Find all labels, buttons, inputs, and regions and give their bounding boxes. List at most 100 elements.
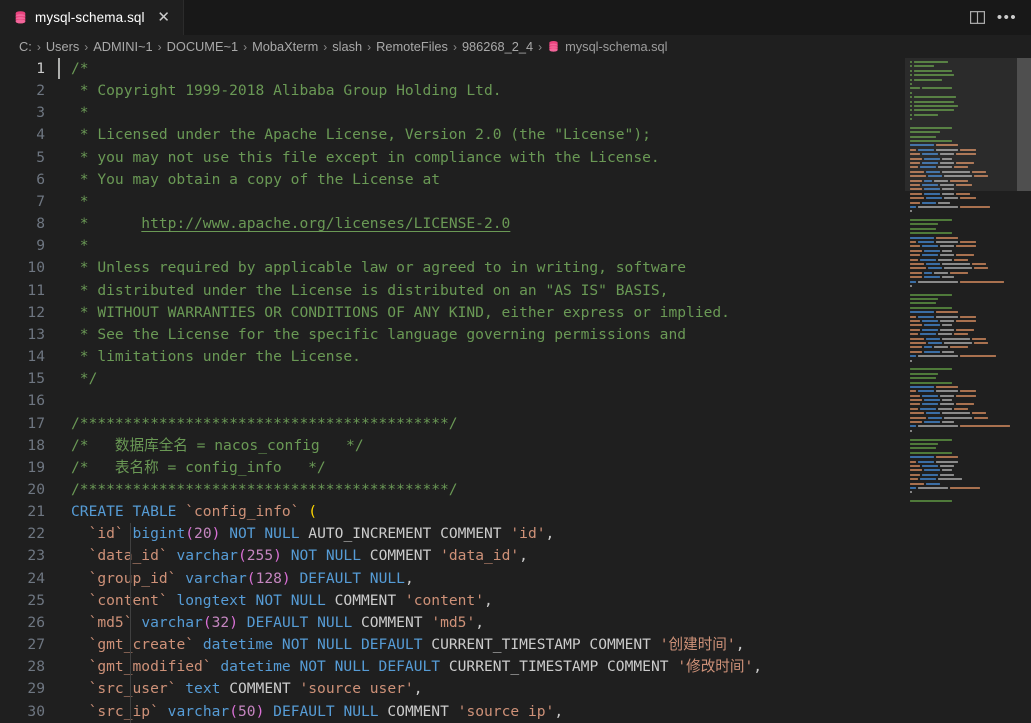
minimap-line — [910, 407, 1017, 411]
code-line[interactable]: 19 /* 表名称 = config_info */ — [0, 457, 1031, 479]
code-token: , — [484, 591, 493, 609]
line-content[interactable]: `src_ip` varchar(50) DEFAULT NULL COMMEN… — [58, 700, 1031, 723]
code-line[interactable]: 15 */ — [0, 368, 1031, 390]
line-content[interactable]: /* 数据库全名 = nacos_config */ — [58, 435, 1031, 457]
code-line[interactable]: 10 * Unless required by applicable law o… — [0, 257, 1031, 279]
code-line[interactable]: 18 /* 数据库全名 = nacos_config */ — [0, 435, 1031, 457]
code-lines[interactable]: 1 /* 2 * Copyright 1999-2018 Alibaba Group… — [0, 58, 1031, 723]
line-content[interactable]: */ — [58, 368, 1031, 390]
code-line[interactable]: 14 * limitations under the License. — [0, 346, 1031, 368]
code-line[interactable]: 2 * Copyright 1999-2018 Alibaba Group Ho… — [0, 80, 1031, 102]
code-token: CURRENT_TIMESTAMP COMMENT — [440, 658, 678, 676]
line-content[interactable]: * — [58, 191, 1031, 213]
line-content[interactable]: * distributed under the License is distr… — [58, 280, 1031, 302]
breadcrumb-item[interactable]: C: — [19, 39, 32, 54]
minimap-segment — [972, 262, 986, 265]
code-line[interactable]: 5 * you may not use this file except in … — [0, 147, 1031, 169]
code-line[interactable]: 24 `group_id` varchar(128) DEFAULT NULL, — [0, 567, 1031, 590]
code-line[interactable]: 1 /* — [0, 58, 1031, 80]
line-content[interactable]: /* 表名称 = config_info */ — [58, 457, 1031, 479]
code-line[interactable]: 17 /*************************************… — [0, 413, 1031, 435]
line-content[interactable]: * Copyright 1999-2018 Alibaba Group Hold… — [58, 80, 1031, 102]
line-content[interactable]: * Unless required by applicable law or a… — [58, 257, 1031, 279]
code-token: NOT NULL DEFAULT — [299, 658, 441, 676]
code-line[interactable]: 4 * Licensed under the Apache License, V… — [0, 124, 1031, 146]
line-content[interactable]: /***************************************… — [58, 479, 1031, 501]
code-line[interactable]: 7 * — [0, 191, 1031, 213]
minimap-segment — [910, 442, 938, 445]
code-line[interactable]: 9 * — [0, 235, 1031, 257]
code-line[interactable]: 13 * See the License for the specific la… — [0, 324, 1031, 346]
line-content[interactable]: * — [58, 235, 1031, 257]
split-editor-icon[interactable] — [964, 5, 990, 31]
line-content[interactable]: * WITHOUT WARRANTIES OR CONDITIONS OF AN… — [58, 302, 1031, 324]
vertical-scrollbar[interactable] — [1017, 58, 1031, 723]
code-line[interactable]: 6 * You may obtain a copy of the License… — [0, 169, 1031, 191]
minimap-slider[interactable] — [905, 58, 1017, 191]
minimap[interactable] — [905, 58, 1017, 723]
breadcrumb-item[interactable]: slash — [332, 39, 362, 54]
code-line[interactable]: 30 `src_ip` varchar(50) DEFAULT NULL COM… — [0, 700, 1031, 723]
code-token: * You may obtain a copy of the License a… — [71, 170, 441, 188]
breadcrumb-item[interactable]: ADMINI~1 — [93, 39, 152, 54]
breadcrumb-item[interactable]: 986268_2_4 — [462, 39, 533, 54]
code-token[interactable]: http://www.apache.org/licenses/LICENSE-2… — [141, 215, 510, 232]
tab-mysql-schema-sql[interactable]: mysql-schema.sql ✕ — [0, 0, 184, 35]
line-content[interactable]: * you may not use this file except in co… — [58, 147, 1031, 169]
code-line[interactable]: 12 * WITHOUT WARRANTIES OR CONDITIONS OF… — [0, 302, 1031, 324]
minimap-line — [910, 293, 1017, 297]
code-line[interactable]: 29 `src_user` text COMMENT 'source user'… — [0, 678, 1031, 701]
line-content[interactable]: `content` longtext NOT NULL COMMENT 'con… — [58, 589, 1031, 612]
code-token: ( — [246, 569, 256, 587]
code-line[interactable]: 8 * http://www.apache.org/licenses/LICEN… — [0, 213, 1031, 235]
line-content[interactable]: /***************************************… — [58, 413, 1031, 435]
code-token: COMMENT — [352, 613, 432, 631]
close-icon[interactable]: ✕ — [156, 10, 172, 25]
minimap-segment — [910, 350, 922, 353]
code-editor[interactable]: 1 /* 2 * Copyright 1999-2018 Alibaba Group… — [0, 58, 1031, 723]
line-content[interactable]: `group_id` varchar(128) DEFAULT NULL, — [58, 567, 1031, 590]
line-content[interactable]: * limitations under the License. — [58, 346, 1031, 368]
code-line[interactable]: 16 — [0, 390, 1031, 412]
code-line[interactable]: 25 `content` longtext NOT NULL COMMENT '… — [0, 589, 1031, 612]
breadcrumb-item[interactable]: RemoteFiles — [376, 39, 448, 54]
minimap-segment — [920, 258, 936, 261]
minimap-segment — [924, 346, 932, 349]
line-number: 18 — [27, 436, 45, 454]
minimap-segment — [910, 245, 920, 248]
line-content[interactable]: CREATE TABLE `config_info` ( — [58, 501, 1031, 523]
more-actions-icon[interactable]: ••• — [994, 5, 1020, 31]
line-content[interactable]: * See the License for the specific langu… — [58, 324, 1031, 346]
scrollbar-thumb[interactable] — [1017, 58, 1031, 191]
breadcrumb-item[interactable]: Users — [46, 39, 79, 54]
breadcrumb-item[interactable]: MobaXterm — [252, 39, 318, 54]
line-content[interactable]: * You may obtain a copy of the License a… — [58, 169, 1031, 191]
code-line[interactable]: 27 `gmt_create` datetime NOT NULL DEFAUL… — [0, 634, 1031, 657]
code-line[interactable]: 26 `md5` varchar(32) DEFAULT NULL COMMEN… — [0, 611, 1031, 635]
line-content[interactable]: * http://www.apache.org/licenses/LICENSE… — [58, 213, 1031, 235]
minimap-line — [910, 469, 1017, 472]
line-content[interactable]: `src_user` text COMMENT 'source user', — [58, 678, 1031, 701]
line-content[interactable]: `md5` varchar(32) DEFAULT NULL COMMENT '… — [58, 611, 1031, 635]
breadcrumb-item[interactable]: DOCUME~1 — [167, 39, 238, 54]
line-content[interactable]: /* — [58, 58, 1031, 80]
line-content[interactable]: `gmt_modified` datetime NOT NULL DEFAULT… — [58, 656, 1031, 679]
minimap-segment — [926, 482, 940, 485]
code-token: * — [71, 215, 142, 233]
code-line[interactable]: 11 * distributed under the License is di… — [0, 280, 1031, 302]
code-line[interactable]: 21 CREATE TABLE `config_info` ( — [0, 501, 1031, 523]
code-token: `gmt_modified` — [88, 658, 212, 676]
line-content[interactable]: * — [58, 102, 1031, 124]
line-content[interactable]: `gmt_create` datetime NOT NULL DEFAULT C… — [58, 634, 1031, 657]
code-line[interactable]: 28 `gmt_modified` datetime NOT NULL DEFA… — [0, 656, 1031, 679]
code-line[interactable]: 23 `data_id` varchar(255) NOT NULL COMME… — [0, 545, 1031, 568]
breadcrumb-file[interactable]: mysql-schema.sql — [547, 39, 668, 54]
code-line[interactable]: 20 /*************************************… — [0, 479, 1031, 501]
code-token: 'data_id' — [440, 547, 520, 565]
code-line[interactable]: 3 * — [0, 102, 1031, 124]
line-content[interactable]: `id` bigint(20) NOT NULL AUTO_INCREMENT … — [58, 523, 1031, 546]
code-line[interactable]: 22 `id` bigint(20) NOT NULL AUTO_INCREME… — [0, 523, 1031, 546]
code-token: * Licensed under the Apache License, Ver… — [71, 126, 651, 144]
line-content[interactable]: `data_id` varchar(255) NOT NULL COMMENT … — [58, 545, 1031, 568]
line-content[interactable]: * Licensed under the Apache License, Ver… — [58, 124, 1031, 146]
